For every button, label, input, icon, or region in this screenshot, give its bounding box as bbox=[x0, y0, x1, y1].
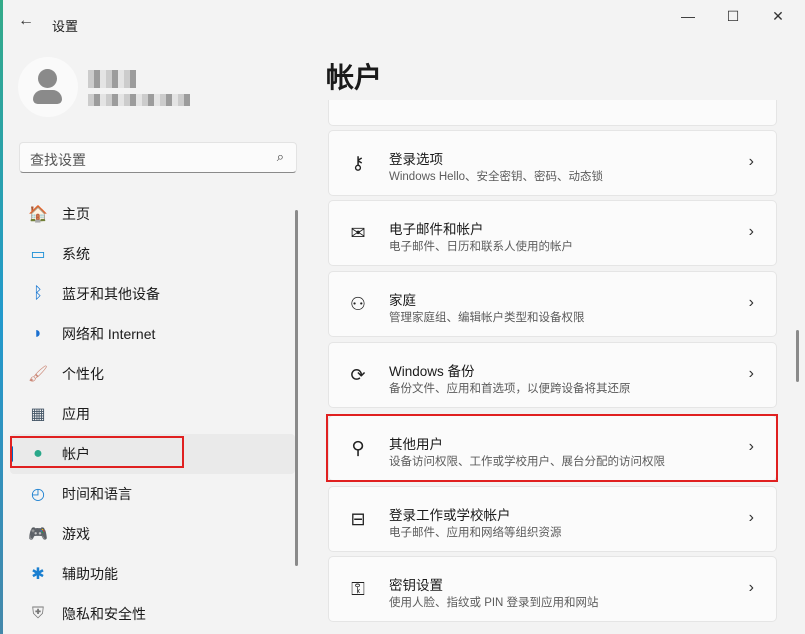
page-title: 帐户 bbox=[326, 56, 382, 96]
sidebar-item-3[interactable]: ◗ 网络和 Internet bbox=[10, 314, 295, 354]
sidebar-item-label: 蓝牙和其他设备 bbox=[62, 284, 160, 304]
sidebar-item-9[interactable]: ✱ 辅助功能 bbox=[10, 554, 295, 594]
settings-card-0[interactable]: ⚷ 登录选项Windows Hello、安全密钥、密码、动态锁 › bbox=[328, 130, 777, 196]
sidebar-item-7[interactable]: ◴ 时间和语言 bbox=[10, 474, 295, 514]
settings-card-5[interactable]: ⊟ 登录工作或学校帐户电子邮件、应用和网络等组织资源 › bbox=[328, 486, 777, 552]
user-email-redacted bbox=[88, 94, 190, 106]
sidebar-item-8[interactable]: 🎮 游戏 bbox=[10, 514, 295, 554]
passkey-icon: ⚿ bbox=[347, 579, 369, 601]
gaming-icon: 🎮 bbox=[28, 524, 48, 544]
main-scrollbar[interactable] bbox=[796, 330, 799, 382]
accessibility-icon: ✱ bbox=[28, 564, 48, 584]
user-name-redacted bbox=[88, 70, 136, 88]
system-icon: ▭ bbox=[28, 244, 48, 264]
sidebar-item-label: 隐私和安全性 bbox=[62, 604, 146, 624]
sidebar-scrollbar[interactable] bbox=[295, 210, 298, 566]
sync-icon: ⟳ bbox=[347, 365, 369, 387]
sidebar-item-2[interactable]: ᛒ 蓝牙和其他设备 bbox=[10, 274, 295, 314]
card-title: 登录选项 bbox=[389, 148, 443, 168]
key-icon: ⚷ bbox=[347, 153, 369, 175]
chevron-right-icon: › bbox=[749, 579, 754, 597]
settings-card-3[interactable]: ⟳ Windows 备份备份文件、应用和首选项，以便跨设备将其还原 › bbox=[328, 342, 777, 408]
home-icon: 🏠 bbox=[28, 204, 48, 224]
card-subtitle: 备份文件、应用和首选项，以便跨设备将其还原 bbox=[389, 380, 631, 396]
sidebar-item-label: 系统 bbox=[62, 244, 90, 264]
brush-icon: 🖌 bbox=[28, 364, 48, 384]
apps-icon: ▦ bbox=[28, 404, 48, 424]
settings-card-6[interactable]: ⚿ 密钥设置使用人脸、指纹或 PIN 登录到应用和网站 › bbox=[328, 556, 777, 622]
card-title: Windows 备份 bbox=[389, 360, 475, 380]
sidebar-item-label: 时间和语言 bbox=[62, 484, 132, 504]
app-title: 设置 bbox=[52, 16, 78, 35]
sidebar-item-label: 主页 bbox=[62, 204, 90, 224]
wifi-icon: ◗ bbox=[28, 324, 48, 344]
shield-icon: ⛨ bbox=[28, 604, 48, 624]
desktop-edge bbox=[0, 0, 3, 634]
card-subtitle: 电子邮件、日历和联系人使用的帐户 bbox=[389, 238, 573, 254]
settings-card-1[interactable]: ✉ 电子邮件和帐户电子邮件、日历和联系人使用的帐户 › bbox=[328, 200, 777, 266]
avatar-head bbox=[38, 69, 57, 88]
close-button[interactable]: ✕ bbox=[768, 8, 788, 26]
avatar-body bbox=[33, 90, 62, 104]
sidebar-item-1[interactable]: ▭ 系统 bbox=[10, 234, 295, 274]
sidebar-nav: 🏠主页▭系统ᛒ蓝牙和其他设备◗网络和 Internet🖌个性化▦应用●帐户◴时间… bbox=[10, 194, 295, 634]
sidebar-item-label: 辅助功能 bbox=[62, 564, 118, 584]
title-bar: ← 设置 — ☐ ✕ bbox=[0, 0, 805, 46]
settings-list: ⚷登录选项Windows Hello、安全密钥、密码、动态锁›✉电子邮件和帐户电… bbox=[328, 100, 777, 634]
sidebar-item-label: 个性化 bbox=[62, 364, 104, 384]
avatar[interactable] bbox=[18, 57, 78, 117]
chevron-right-icon: › bbox=[749, 153, 754, 171]
card-title: 登录工作或学校帐户 bbox=[389, 504, 511, 524]
time-language-icon: ◴ bbox=[28, 484, 48, 504]
sidebar-item-label: 应用 bbox=[62, 404, 90, 424]
maximize-button[interactable]: ☐ bbox=[723, 8, 743, 26]
family-icon: ⚇ bbox=[347, 294, 369, 316]
sidebar-item-10[interactable]: ⛨ 隐私和安全性 bbox=[10, 594, 295, 634]
sidebar-item-0[interactable]: 🏠 主页 bbox=[10, 194, 295, 234]
card-partial[interactable] bbox=[328, 100, 777, 126]
chevron-right-icon: › bbox=[749, 365, 754, 383]
highlight-box-accounts bbox=[10, 436, 184, 468]
card-subtitle: 使用人脸、指纹或 PIN 登录到应用和网站 bbox=[389, 594, 599, 610]
card-subtitle: Windows Hello、安全密钥、密码、动态锁 bbox=[389, 168, 603, 184]
search-placeholder: 查找设置 bbox=[30, 150, 86, 170]
back-button[interactable]: ← bbox=[18, 12, 34, 30]
settings-card-2[interactable]: ⚇ 家庭管理家庭组、编辑帐户类型和设备权限 › bbox=[328, 271, 777, 337]
card-title: 家庭 bbox=[389, 289, 416, 309]
card-title: 电子邮件和帐户 bbox=[389, 218, 484, 238]
highlight-box-other-users bbox=[326, 414, 778, 482]
chevron-right-icon: › bbox=[749, 509, 754, 527]
minimize-button[interactable]: — bbox=[678, 8, 698, 26]
sidebar-item-label: 网络和 Internet bbox=[62, 324, 155, 344]
card-subtitle: 电子邮件、应用和网络等组织资源 bbox=[389, 524, 562, 540]
sidebar-item-5[interactable]: ▦ 应用 bbox=[10, 394, 295, 434]
card-title: 密钥设置 bbox=[389, 574, 443, 594]
chevron-right-icon: › bbox=[749, 223, 754, 241]
search-input[interactable]: 查找设置 ⌕ bbox=[19, 142, 297, 173]
search-icon: ⌕ bbox=[277, 149, 284, 165]
sidebar-item-4[interactable]: 🖌 个性化 bbox=[10, 354, 295, 394]
bluetooth-icon: ᛒ bbox=[28, 284, 48, 304]
briefcase-icon: ⊟ bbox=[347, 509, 369, 531]
mail-icon: ✉ bbox=[347, 223, 369, 245]
sidebar-item-label: 游戏 bbox=[62, 524, 90, 544]
card-subtitle: 管理家庭组、编辑帐户类型和设备权限 bbox=[389, 309, 585, 325]
chevron-right-icon: › bbox=[749, 294, 754, 312]
